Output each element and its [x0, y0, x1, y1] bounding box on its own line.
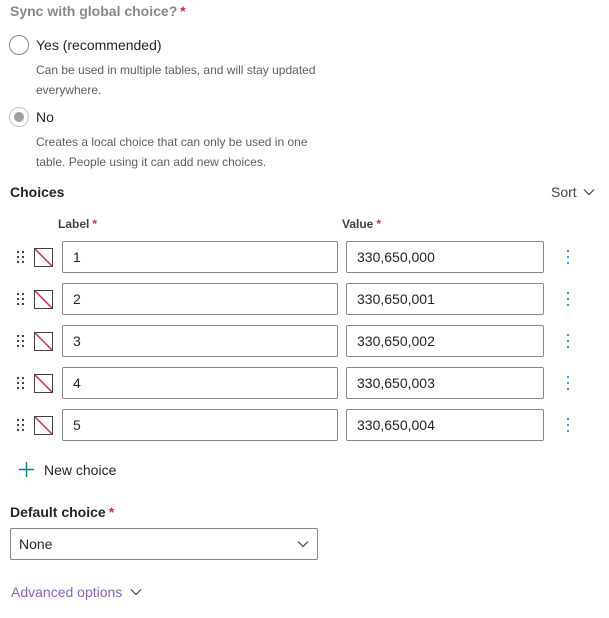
- advanced-options-label: Advanced options: [11, 584, 123, 600]
- drag-handle-icon[interactable]: [16, 334, 26, 348]
- chevron-down-icon: [130, 589, 142, 596]
- sync-question-text: Sync with global choice?: [10, 3, 178, 19]
- choice-value-input[interactable]: 330,650,003: [346, 367, 544, 399]
- choice-row: 1 330,650,000: [0, 241, 609, 273]
- radio-no-description: Creates a local choice that can only be …: [36, 135, 308, 169]
- chevron-down-icon: [297, 541, 309, 548]
- choice-label-input[interactable]: 1: [62, 241, 338, 273]
- more-options-icon[interactable]: [564, 291, 572, 307]
- choice-label-input[interactable]: 5: [62, 409, 338, 441]
- sort-button[interactable]: Sort: [551, 184, 595, 200]
- default-choice-label: Default choice *: [10, 504, 114, 520]
- more-options-icon[interactable]: [564, 249, 572, 265]
- choice-row: 2 330,650,001: [0, 283, 609, 315]
- radio-yes-description: Can be used in multiple tables, and will…: [36, 63, 316, 97]
- radio-no[interactable]: [9, 107, 29, 127]
- choice-value-input[interactable]: 330,650,000: [346, 241, 544, 273]
- default-choice-text: Default choice: [10, 504, 106, 520]
- value-column-header: Value *: [342, 217, 381, 231]
- choice-label-input[interactable]: 3: [62, 325, 338, 357]
- more-options-icon[interactable]: [564, 417, 572, 433]
- color-swatch-none-icon[interactable]: [34, 374, 53, 393]
- choice-row: 5 330,650,004: [0, 409, 609, 441]
- sync-global-choice-label: Sync with global choice? *: [10, 3, 186, 19]
- default-choice-value: None: [19, 536, 53, 552]
- choice-value-input[interactable]: 330,650,001: [346, 283, 544, 315]
- color-swatch-none-icon[interactable]: [34, 332, 53, 351]
- radio-no-label[interactable]: No: [36, 109, 54, 125]
- choice-label-input[interactable]: 2: [62, 283, 338, 315]
- more-options-icon[interactable]: [564, 333, 572, 349]
- more-options-icon[interactable]: [564, 375, 572, 391]
- value-header-text: Value: [342, 217, 374, 231]
- color-swatch-none-icon[interactable]: [34, 290, 53, 309]
- choice-row: 3 330,650,002: [0, 325, 609, 357]
- choices-title: Choices: [10, 184, 65, 200]
- new-choice-button[interactable]: New choice: [18, 461, 116, 478]
- drag-handle-icon[interactable]: [16, 250, 26, 264]
- label-column-header: Label *: [58, 217, 97, 231]
- required-asterisk: *: [108, 504, 115, 520]
- choice-value-input[interactable]: 330,650,002: [346, 325, 544, 357]
- default-choice-dropdown[interactable]: None: [10, 528, 318, 560]
- color-swatch-none-icon[interactable]: [34, 248, 53, 267]
- add-icon: [19, 462, 34, 477]
- label-header-text: Label: [58, 217, 90, 231]
- required-asterisk: *: [180, 3, 186, 19]
- new-choice-label: New choice: [44, 461, 117, 478]
- radio-yes[interactable]: [9, 35, 29, 55]
- choice-row: 4 330,650,003: [0, 367, 609, 399]
- radio-yes-label[interactable]: Yes (recommended): [36, 37, 162, 53]
- required-asterisk: *: [92, 217, 98, 231]
- color-swatch-none-icon[interactable]: [34, 416, 53, 435]
- choice-label-input[interactable]: 4: [62, 367, 338, 399]
- drag-handle-icon[interactable]: [16, 418, 26, 432]
- advanced-options-toggle[interactable]: Advanced options: [11, 584, 142, 600]
- required-asterisk: *: [376, 217, 382, 231]
- sort-label: Sort: [551, 184, 577, 200]
- chevron-down-icon: [583, 189, 595, 196]
- choice-value-input[interactable]: 330,650,004: [346, 409, 544, 441]
- drag-handle-icon[interactable]: [16, 292, 26, 306]
- drag-handle-icon[interactable]: [16, 376, 26, 390]
